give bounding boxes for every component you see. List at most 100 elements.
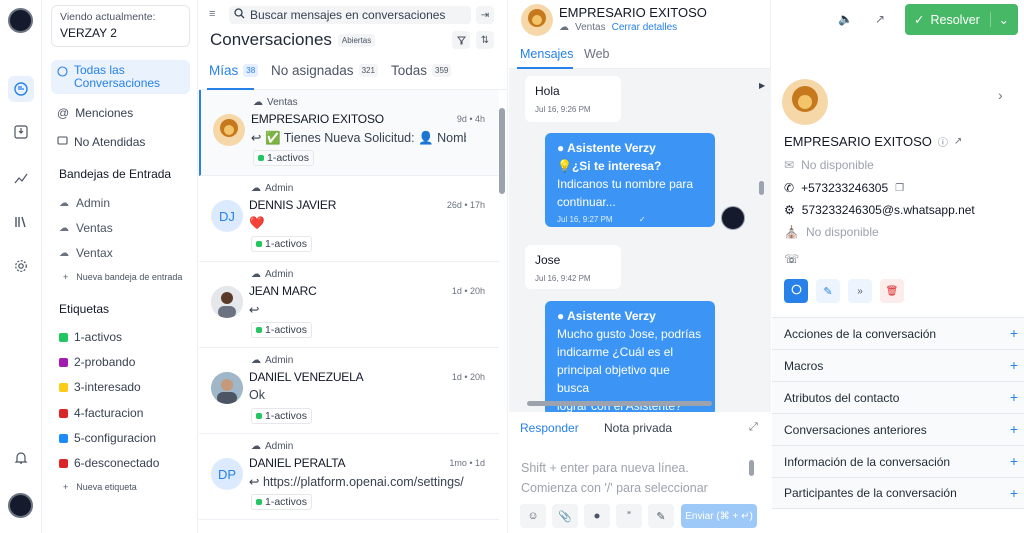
conversation-item[interactable]: DP ☁ Admin DANIEL PERALTA 1mo • 1d ↩ http… [199,434,499,520]
conversation-item[interactable]: ☁ Admin JEAN MARC 1d • 20h ↩ 1-activos [199,262,499,348]
section-previous-conversations[interactable]: Conversaciones anteriores + [772,413,1024,445]
merge-contact-button[interactable]: » [848,279,872,303]
notifications-bell-icon[interactable] [8,445,34,471]
new-label-link[interactable]: + Nueva etiqueta [63,482,137,492]
close-details-link[interactable]: Cerrar detalles [612,22,678,33]
sidebar-label-2[interactable]: 2-probando [59,355,135,369]
plus-icon: + [1009,325,1018,341]
section-participants[interactable]: Participantes de la conversación + [772,477,1024,509]
expand-panel-icon[interactable]: ▶ [759,81,765,90]
copy-icon[interactable]: ❐ [895,183,904,194]
identifier-icon: ⚙ [784,203,795,217]
user-avatar[interactable] [8,493,33,518]
mute-speaker-icon[interactable]: 🔈 [838,12,853,26]
nav-unattended[interactable]: No Atendidas [51,131,190,153]
sidebar-label-5[interactable]: 5-configuracion [59,431,156,445]
horizontal-scrollbar[interactable] [527,401,712,406]
sidebar-label-4[interactable]: 4-facturacion [59,406,143,420]
filter-icon[interactable] [452,31,470,49]
conversation-item[interactable]: DJ ☁ Admin DENNIS JAVIER 26d • 17h ❤️ 1-a… [199,176,499,262]
chat-contact-name: EMPRESARIO EXITOSO [559,5,707,20]
conversations-icon[interactable] [8,76,34,102]
tab-reply[interactable]: Responder [520,421,579,435]
sidebar-inbox-ventas[interactable]: ☁ Ventas [59,221,113,235]
chat-inbox: Ventas [575,22,606,33]
resolve-button[interactable]: ✓ Resolver ⌄ [905,4,1018,35]
account-switcher[interactable]: Viendo actualmente: VERZAY 2 [51,5,190,47]
reply-input[interactable]: Shift + enter para nueva línea. Comienza… [521,458,708,498]
nav-mentions[interactable]: @ Menciones [51,102,190,124]
conversation-label: 1-activos [253,150,315,166]
tab-private-note[interactable]: Nota privada [604,421,672,435]
conversation-item[interactable]: ☁ Ventas EMPRESARIO EXITOSO 9d • 4h ↩ ✅ T… [199,90,499,176]
label-swatch [256,327,262,333]
tab-messages[interactable]: Mensajes [520,47,574,61]
expand-editor-icon[interactable]: ⤢ [749,421,758,434]
sidebar-inbox-admin[interactable]: ☁ Admin [59,196,110,210]
section-title: Participantes de la conversación [784,486,957,500]
sidebar-inbox-ventax[interactable]: ☁ Ventax [59,246,113,260]
section-title: Acciones de la conversación [784,326,937,341]
menu-toggle-icon[interactable]: ≡ [209,8,215,20]
section-title: Macros [784,358,824,373]
microphone-icon[interactable]: ⚫ [584,504,610,528]
merge-icon: » [857,285,863,297]
reports-chart-icon[interactable] [8,165,34,191]
conversation-time: 26d • 17h [446,200,485,210]
nav-label: Todas las Conversaciones [74,63,161,90]
section-contact-attributes[interactable]: Atributos del contacto + [772,381,1024,413]
section-conversation-info[interactable]: Información de la conversación + [772,445,1024,477]
send-button[interactable]: Enviar (⌘ + ↵) [681,504,757,528]
signature-icon[interactable]: ✎ [648,504,674,528]
new-message-button[interactable] [784,279,808,303]
outgoing-message: ● Asistente Verzy Mucho gusto Jose, podr… [545,301,715,412]
edit-contact-button[interactable]: ✎ [816,279,840,303]
tab-unassigned[interactable]: No asignadas 321 [271,63,378,78]
new-inbox-link[interactable]: + Nueva bandeja de entrada [63,272,182,282]
whatsapp-icon[interactable]: ☏ [784,252,799,266]
plus-icon: + [1009,357,1018,373]
section-conversation-actions[interactable]: Acciones de la conversación + [772,317,1024,349]
nav-all-conversations[interactable]: Todas las Conversaciones [51,60,190,94]
conversation-inbox: ☁ Ventas [253,97,298,108]
chat-panel: EMPRESARIO EXITOSO ☁ Ventas Cerrar detal… [509,0,771,533]
contact-avatar [211,372,243,404]
collapse-icon[interactable]: ⇥ [476,6,494,24]
account-logo[interactable] [8,8,33,33]
delete-contact-button[interactable]: 🗑 [880,279,904,303]
tab-mine[interactable]: Mías 38 [209,63,259,78]
search-input[interactable]: Buscar mensajes en conversaciones [229,6,471,24]
globe-icon: ☁ [59,247,69,259]
sidebar-label-3[interactable]: 3-interesado [59,380,141,394]
conversation-item[interactable]: ☁ Admin DANIEL VENEZUELA 1d • 20h Ok 1-ac… [199,348,499,434]
section-title: Atributos del contacto [784,390,900,405]
section-macros[interactable]: Macros + [772,349,1024,381]
plus-icon: + [1009,421,1018,437]
reply-scrollbar[interactable] [749,460,754,476]
sidebar-label-1[interactable]: 1-activos [59,330,122,344]
external-link-icon[interactable]: ↗ [954,136,962,147]
conversation-list-scrollbar[interactable] [499,108,505,194]
inboxes-heading: Bandejas de Entrada [59,167,172,181]
message-scrollbar[interactable] [759,181,764,195]
chevron-down-icon[interactable]: ⌄ [989,12,1009,27]
library-icon[interactable] [8,209,34,235]
settings-gear-icon[interactable] [8,253,34,279]
tab-all[interactable]: Todas 359 [391,63,452,78]
attachment-icon[interactable]: 📎 [552,504,578,528]
message-time: Jul 16, 9:42 PM [535,274,591,283]
label-swatch [59,382,68,392]
conversation-label: 1-activos [251,322,313,338]
message-line: Indicanos tu nombre para [557,177,694,191]
quote-icon[interactable]: ” [616,504,642,528]
emoji-icon[interactable]: ☺ [520,504,546,528]
sort-icon[interactable]: ⇅ [476,31,494,49]
globe-icon: ☁ [251,441,261,452]
tab-web[interactable]: Web [584,47,609,61]
chevron-right-icon[interactable]: › [998,87,1003,103]
sidebar-label-6[interactable]: 6-desconectado [59,456,159,470]
info-icon[interactable]: ⓘ [938,134,948,149]
page-title-text: Conversaciones [210,30,332,49]
share-icon[interactable]: ↗ [875,12,885,26]
inbox-download-icon[interactable] [8,119,34,145]
